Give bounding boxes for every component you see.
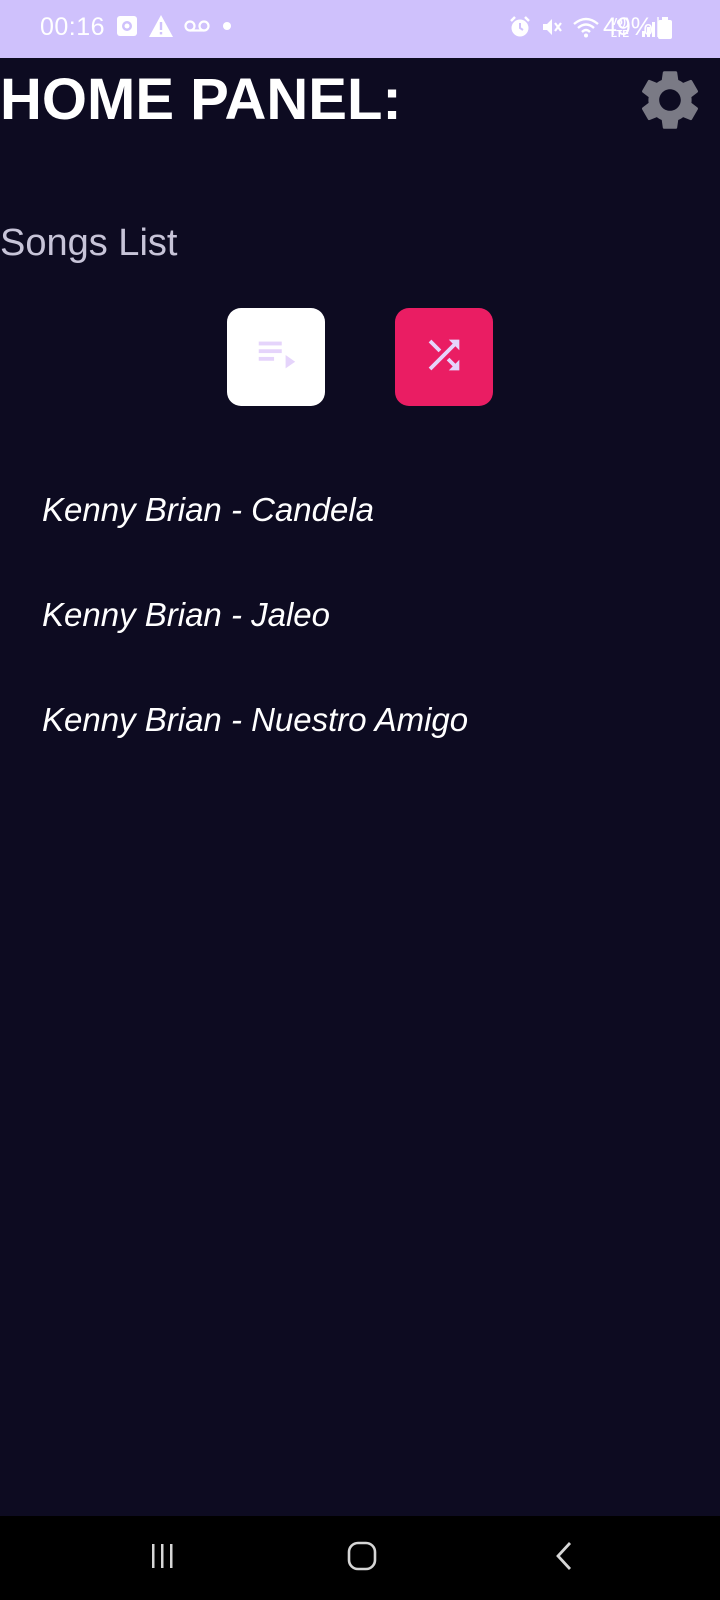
song-list: Kenny Brian - Candela Kenny Brian - Jale…	[42, 490, 468, 805]
settings-button[interactable]	[634, 64, 706, 136]
song-item[interactable]: Kenny Brian - Nuestro Amigo	[42, 700, 468, 805]
back-button[interactable]	[543, 1538, 587, 1578]
playlist-play-icon	[253, 332, 299, 383]
warning-icon	[148, 14, 174, 43]
screen-record-icon	[116, 15, 138, 42]
gear-icon	[634, 71, 706, 140]
back-icon	[550, 1540, 580, 1577]
shuffle-button[interactable]	[395, 308, 493, 406]
status-time: 00:16	[40, 13, 106, 41]
status-left-icons	[116, 14, 234, 43]
dot-icon	[220, 19, 234, 38]
page-title: HOME PANEL:	[0, 67, 402, 132]
play-all-button[interactable]	[227, 308, 325, 406]
battery-percentage: 49%	[603, 13, 654, 41]
voicemail-icon	[184, 19, 210, 38]
mute-icon	[540, 15, 564, 44]
home-button[interactable]	[340, 1538, 384, 1578]
battery-icon	[658, 17, 672, 44]
alarm-icon	[508, 15, 532, 44]
songs-list-heading: Songs List	[0, 222, 178, 264]
home-icon	[346, 1540, 378, 1577]
status-bar: 00:16 Vo)) LTE 49%	[0, 0, 720, 58]
song-item[interactable]: Kenny Brian - Jaleo	[42, 595, 468, 700]
wifi-icon	[572, 15, 600, 44]
recent-apps-button[interactable]	[140, 1538, 184, 1578]
recent-apps-icon	[147, 1541, 177, 1576]
song-item[interactable]: Kenny Brian - Candela	[42, 490, 468, 595]
shuffle-icon	[421, 332, 467, 383]
navigation-bar	[0, 1516, 720, 1600]
